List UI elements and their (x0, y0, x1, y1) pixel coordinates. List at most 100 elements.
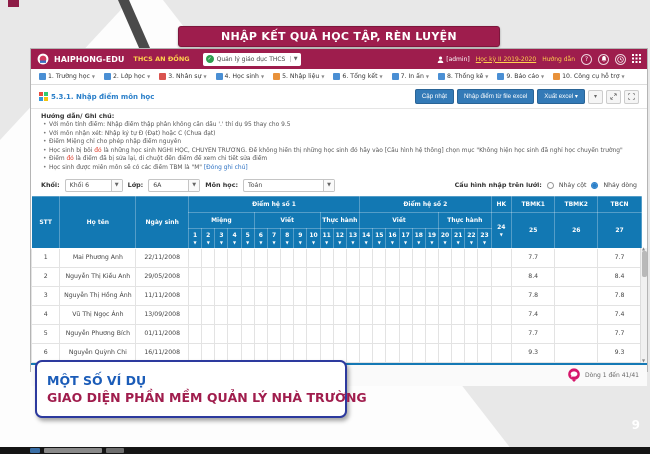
cell-score-14[interactable] (360, 248, 373, 267)
semester-link[interactable]: Học kỳ II 2019-2020 (476, 56, 536, 63)
cell-score-13[interactable] (346, 248, 359, 267)
cell-score-2[interactable] (202, 324, 215, 343)
fullscreen-button[interactable] (624, 90, 639, 104)
cell-score-18[interactable] (412, 343, 425, 362)
cell-score-21[interactable] (452, 248, 465, 267)
cell-score-20[interactable] (438, 343, 451, 362)
header-score-col-19[interactable]: 19▼ (425, 228, 438, 248)
cell-score-19[interactable] (425, 324, 438, 343)
column-filter-icon[interactable]: ▼ (334, 240, 346, 245)
column-filter-icon[interactable]: ▼ (268, 240, 280, 245)
cell-score-5[interactable] (241, 248, 254, 267)
cell-score-9[interactable] (294, 286, 307, 305)
column-filter-icon[interactable]: ▼ (281, 240, 293, 245)
cell-score-1[interactable] (189, 305, 202, 324)
column-filter-icon[interactable]: ▼ (452, 240, 464, 245)
cell-score-9[interactable] (294, 248, 307, 267)
cell-score-3[interactable] (215, 248, 228, 267)
cell-score-9[interactable] (294, 267, 307, 286)
cell-score-2[interactable] (202, 286, 215, 305)
cell-score-17[interactable] (399, 286, 412, 305)
column-filter-icon[interactable]: ▼ (386, 240, 398, 245)
cell-score-15[interactable] (373, 343, 386, 362)
column-filter-icon[interactable]: ▼ (215, 240, 227, 245)
cell-score-2[interactable] (202, 305, 215, 324)
header-score-col-7[interactable]: 7▼ (267, 228, 280, 248)
cell-score-16[interactable] (386, 267, 399, 286)
cell-score-8[interactable] (281, 248, 294, 267)
cell-hk[interactable] (491, 324, 511, 343)
guide-link[interactable]: Hướng dẫn (542, 56, 575, 63)
cell-score-23[interactable] (478, 248, 491, 267)
cell-score-16[interactable] (386, 305, 399, 324)
cell-score-10[interactable] (307, 267, 320, 286)
import-excel-button[interactable]: Nhập điểm từ file excel (457, 89, 534, 104)
cell-score-6[interactable] (254, 248, 267, 267)
cell-score-12[interactable] (333, 305, 346, 324)
cell-hk[interactable] (491, 286, 511, 305)
column-filter-icon[interactable]: ▼ (465, 240, 477, 245)
cell-score-20[interactable] (438, 286, 451, 305)
cell-score-5[interactable] (241, 267, 254, 286)
scrollbar-thumb[interactable] (642, 251, 647, 277)
cell-score-16[interactable] (386, 324, 399, 343)
cell-score-1[interactable] (189, 286, 202, 305)
header-score-col-4[interactable]: 4▼ (228, 228, 241, 248)
column-filter-icon[interactable]: ▼ (321, 240, 333, 245)
cell-score-3[interactable] (215, 324, 228, 343)
header-score-col-13[interactable]: 13▼ (346, 228, 359, 248)
lop-select[interactable]: 6A▼ (148, 179, 200, 192)
header-score-col-5[interactable]: 5▼ (241, 228, 254, 248)
cell-score-21[interactable] (452, 324, 465, 343)
cell-score-11[interactable] (320, 286, 333, 305)
cell-score-7[interactable] (267, 286, 280, 305)
cell-score-4[interactable] (228, 248, 241, 267)
vertical-scrollbar[interactable]: ▲ ▼ (640, 248, 647, 363)
cell-score-4[interactable] (228, 305, 241, 324)
mon-hoc-select[interactable]: Toán▼ (243, 179, 335, 192)
cell-score-7[interactable] (267, 324, 280, 343)
header-score-col-17[interactable]: 17▼ (399, 228, 412, 248)
cell-score-17[interactable] (399, 305, 412, 324)
cell-score-18[interactable] (412, 324, 425, 343)
cell-score-13[interactable] (346, 305, 359, 324)
header-score-col-15[interactable]: 15▼ (373, 228, 386, 248)
cell-score-3[interactable] (215, 286, 228, 305)
cell-score-1[interactable] (189, 248, 202, 267)
cell-score-13[interactable] (346, 343, 359, 362)
cell-score-23[interactable] (478, 324, 491, 343)
column-filter-icon[interactable]: ▼ (307, 240, 319, 245)
cell-score-13[interactable] (346, 324, 359, 343)
cell-score-8[interactable] (281, 267, 294, 286)
radio-nhay-dong[interactable] (591, 182, 598, 189)
cell-score-6[interactable] (254, 305, 267, 324)
cell-score-5[interactable] (241, 305, 254, 324)
cell-score-20[interactable] (438, 305, 451, 324)
cell-score-16[interactable] (386, 286, 399, 305)
menu-item-7[interactable]: 7. In ấn▼ (392, 73, 429, 80)
cell-score-18[interactable] (412, 267, 425, 286)
cell-score-3[interactable] (215, 267, 228, 286)
column-filter-icon[interactable]: ▼ (373, 240, 385, 245)
header-score-col-1[interactable]: 1▼ (189, 228, 202, 248)
cell-score-12[interactable] (333, 267, 346, 286)
cell-score-15[interactable] (373, 286, 386, 305)
scroll-down-icon[interactable]: ▼ (642, 359, 647, 363)
column-filter-icon[interactable]: ▼ (228, 240, 240, 245)
cell-hk[interactable] (491, 267, 511, 286)
menu-item-1[interactable]: 1. Trường học▼ (39, 73, 95, 80)
cell-score-1[interactable] (189, 267, 202, 286)
header-score-col-18[interactable]: 18▼ (412, 228, 425, 248)
cell-score-18[interactable] (412, 286, 425, 305)
column-filter-icon[interactable]: ▼ (255, 240, 267, 245)
cell-score-12[interactable] (333, 324, 346, 343)
cell-score-12[interactable] (333, 286, 346, 305)
cell-score-2[interactable] (202, 248, 215, 267)
radio-nhay-cot[interactable] (547, 182, 554, 189)
cell-score-10[interactable] (307, 324, 320, 343)
help-icon[interactable]: ? (581, 54, 592, 65)
history-clock-icon[interactable] (615, 54, 626, 65)
cell-score-15[interactable] (373, 248, 386, 267)
resize-button[interactable] (606, 90, 621, 104)
cell-score-22[interactable] (465, 267, 478, 286)
